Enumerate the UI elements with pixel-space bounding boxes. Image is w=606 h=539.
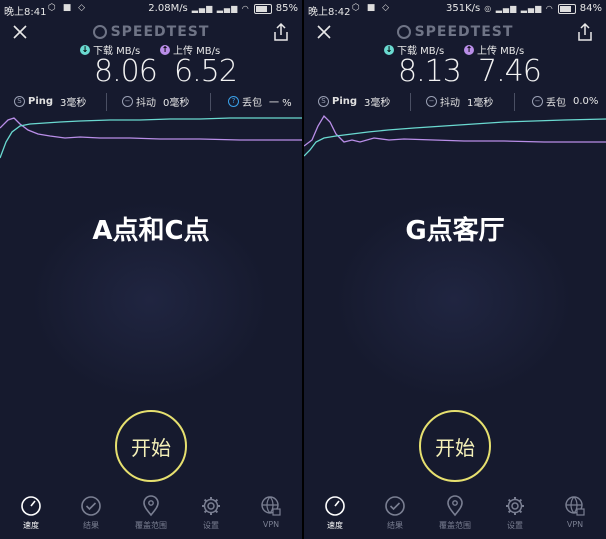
- metrics-row: S Ping 3毫秒 − 抖动 0毫秒 ? 丢包 一 %: [0, 94, 302, 110]
- packet-loss-icon: −: [532, 96, 543, 107]
- tab-results[interactable]: 结果: [365, 495, 425, 531]
- ping-icon: S: [14, 96, 25, 107]
- metric-divider: [514, 93, 515, 111]
- share-icon[interactable]: [272, 22, 290, 42]
- ping-metric: S Ping 3毫秒: [318, 94, 390, 109]
- location-label: A点和C点: [92, 216, 210, 246]
- jitter-icon: −: [426, 96, 437, 107]
- metric-divider: [106, 93, 107, 111]
- jitter-value: 0毫秒: [163, 98, 190, 109]
- bottom-tab-bar: 速度 结果 覆盖范围 设置 VPN: [304, 495, 606, 539]
- tab-settings[interactable]: 设置: [181, 495, 241, 531]
- jitter-icon: −: [122, 96, 133, 107]
- packet-loss-value: 0.0%: [573, 96, 599, 107]
- ping-value: 3毫秒: [364, 98, 391, 109]
- tab-results[interactable]: 结果: [61, 495, 121, 531]
- tab-settings[interactable]: 设置: [485, 495, 545, 531]
- share-icon[interactable]: [576, 22, 594, 42]
- globe-lock-icon: [565, 496, 585, 516]
- speedtest-logo: SPEEDTEST: [0, 24, 302, 40]
- status-bar: 晚上8:41 ⬡ ■ ◇ 2.08M/s ▂▄▆ ▂▄▆ ◠ 85%: [0, 0, 302, 18]
- tab-speed[interactable]: 速度: [1, 495, 61, 531]
- notification-icons: ⬡ ■ ◇: [48, 3, 88, 13]
- upload-graph-line: [0, 117, 302, 141]
- status-time: 晚上8:42: [308, 7, 351, 18]
- download-graph-line: [304, 118, 606, 157]
- logo-gauge-icon: [92, 25, 107, 39]
- comparison-screenshot: 晚上8:41 ⬡ ■ ◇ 2.08M/s ▂▄▆ ▂▄▆ ◠ 85% SPEED…: [0, 0, 606, 539]
- check-circle-icon: [385, 496, 405, 516]
- start-button[interactable]: 开始: [115, 410, 187, 482]
- packet-loss-metric: − 丢包 0.0%: [532, 94, 598, 109]
- speed-graph: [304, 114, 606, 157]
- globe-lock-icon: [261, 496, 281, 516]
- ping-value: 3毫秒: [60, 98, 87, 109]
- status-bar: 晚上8:42 ⬡ ■ ◇ 351K/s ◎ ▂▄▆ ▂▄▆ ◠ 84%: [304, 0, 606, 18]
- tab-vpn[interactable]: VPN: [241, 495, 301, 529]
- tab-coverage[interactable]: 覆盖范围: [425, 495, 485, 531]
- tab-vpn[interactable]: VPN: [545, 495, 605, 529]
- packet-loss-metric: ? 丢包 一 %: [228, 94, 292, 109]
- download-arrow-icon: ↓: [384, 44, 394, 55]
- map-pin-icon: [447, 495, 463, 517]
- battery-icon: [253, 3, 272, 14]
- download-value: 8.06: [94, 54, 158, 89]
- bottom-tab-bar: 速度 结果 覆盖范围 设置 VPN: [0, 495, 302, 539]
- speedtest-screen-left: 晚上8:41 ⬡ ■ ◇ 2.08M/s ▂▄▆ ▂▄▆ ◠ 85% SPEED…: [0, 0, 302, 539]
- battery-icon: [557, 3, 576, 14]
- start-button[interactable]: 开始: [419, 410, 491, 482]
- speedometer-icon: [21, 496, 41, 516]
- map-pin-icon: [143, 495, 159, 517]
- jitter-value: 1毫秒: [467, 98, 494, 109]
- gear-icon: [202, 497, 220, 515]
- jitter-metric: − 抖动 0毫秒: [122, 94, 189, 109]
- battery-percent: 84%: [579, 3, 602, 14]
- battery-percent: 85%: [275, 3, 298, 14]
- signal-icon: ◎ ▂▄▆ ▂▄▆ ◠: [484, 4, 554, 13]
- location-label: G点客厅: [405, 216, 505, 246]
- gear-icon: [506, 497, 524, 515]
- download-graph-line: [0, 117, 302, 159]
- download-value: 8.13: [398, 54, 462, 89]
- speedtest-screen-right: 晚上8:42 ⬡ ■ ◇ 351K/s ◎ ▂▄▆ ▂▄▆ ◠ 84% SPEE…: [304, 0, 606, 539]
- signal-icon: ▂▄▆ ▂▄▆ ◠: [191, 4, 250, 13]
- ping-metric: S Ping 3毫秒: [14, 94, 86, 109]
- check-circle-icon: [81, 496, 101, 516]
- tab-coverage[interactable]: 覆盖范围: [121, 495, 181, 531]
- upload-value: 7.46: [478, 54, 542, 89]
- logo-gauge-icon: [396, 25, 411, 39]
- tab-speed[interactable]: 速度: [305, 495, 365, 531]
- notification-icons: ⬡ ■ ◇: [352, 3, 392, 13]
- packet-loss-value: 一 %: [269, 98, 292, 109]
- speed-graph: [0, 117, 302, 159]
- speedtest-logo: SPEEDTEST: [304, 24, 606, 40]
- help-icon[interactable]: ?: [228, 96, 239, 107]
- status-time: 晚上8:41: [4, 7, 47, 18]
- jitter-metric: − 抖动 1毫秒: [426, 94, 493, 109]
- net-speed: 351K/s: [446, 3, 481, 14]
- metric-divider: [210, 93, 211, 111]
- net-speed: 2.08M/s: [148, 3, 188, 14]
- upload-arrow-icon: ↑: [160, 44, 170, 55]
- metric-divider: [410, 93, 411, 111]
- speedometer-icon: [325, 496, 345, 516]
- ping-icon: S: [318, 96, 329, 107]
- metrics-row: S Ping 3毫秒 − 抖动 1毫秒 − 丢包 0.0%: [304, 94, 606, 110]
- download-arrow-icon: ↓: [80, 44, 90, 55]
- upload-value: 6.52: [174, 54, 238, 89]
- upload-arrow-icon: ↑: [464, 44, 474, 55]
